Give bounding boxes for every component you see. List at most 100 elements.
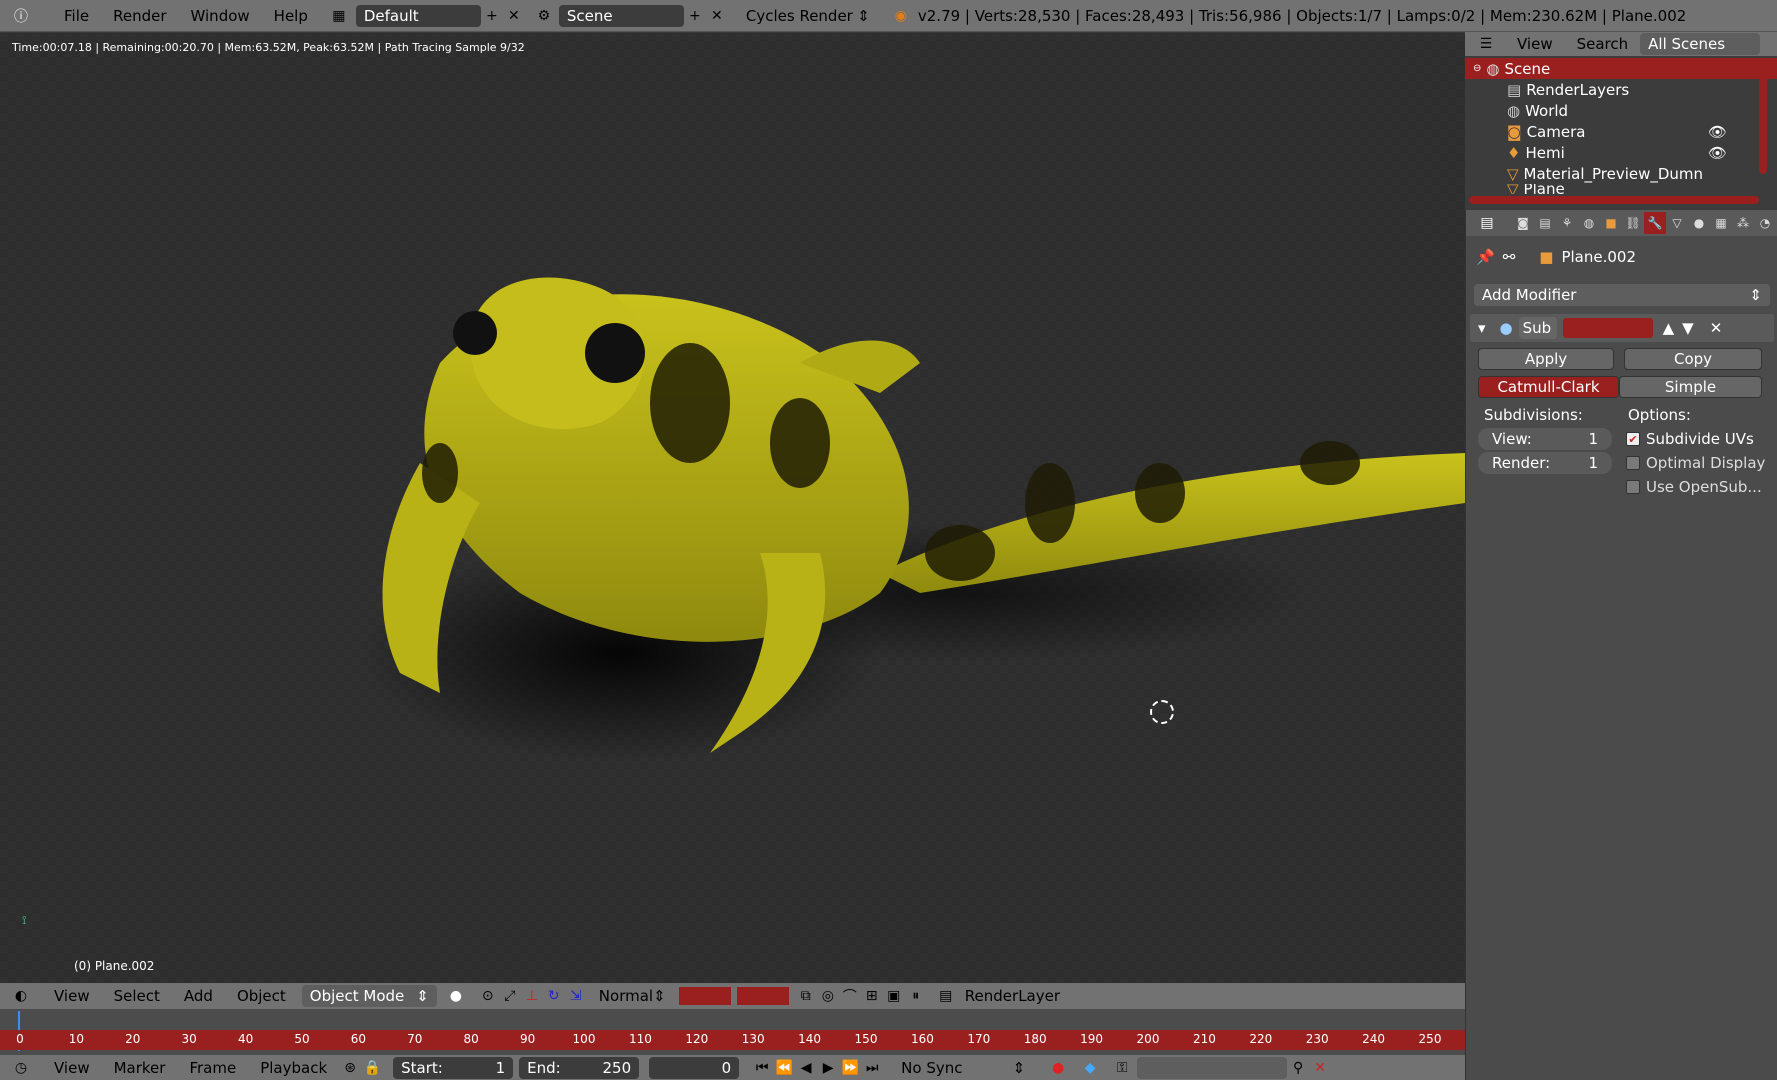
3d-cursor-icon[interactable]: [1150, 700, 1174, 724]
keyframe-icon[interactable]: ◆: [1079, 1057, 1101, 1079]
outliner-vscrollbar[interactable]: [1759, 58, 1767, 174]
visibility-eye-icon[interactable]: 👁: [1708, 123, 1727, 141]
add-modifier-select[interactable]: Add Modifier ⇕: [1474, 284, 1770, 306]
current-frame-field[interactable]: 0: [649, 1056, 740, 1079]
snap-icon[interactable]: ⌒: [839, 985, 861, 1007]
simple-button[interactable]: Simple: [1619, 376, 1762, 398]
outliner-row-world[interactable]: ◍ World: [1465, 100, 1777, 121]
outliner-row-scene[interactable]: ⊖ ◍ Scene: [1465, 58, 1777, 79]
object-tab-icon[interactable]: ■: [1600, 212, 1622, 234]
add-menu[interactable]: Add: [172, 987, 225, 1005]
expand-icon[interactable]: ⊖: [1473, 63, 1481, 74]
proportional-icon[interactable]: ◎: [817, 985, 839, 1007]
timeline-editor-icon[interactable]: ◷: [10, 1057, 32, 1079]
3d-viewport[interactable]: Time:00:07.18 | Remaining:00:20.70 | Mem…: [0, 33, 1465, 983]
outliner-view-menu[interactable]: View: [1505, 35, 1565, 53]
constraints-tab-icon[interactable]: ⛓: [1622, 212, 1644, 234]
scene-tab-icon[interactable]: ⚘: [1556, 212, 1578, 234]
use-opensubdiv-checkbox[interactable]: Use OpenSub...: [1626, 478, 1762, 496]
outliner-scrollbar[interactable]: [1469, 196, 1759, 204]
scene-icon[interactable]: ⚙: [533, 5, 555, 27]
outliner-search-menu[interactable]: Search: [1565, 35, 1641, 53]
outliner-row-material-preview[interactable]: ▽ Material_Preview_Dumn: [1465, 163, 1777, 184]
context-link-icon[interactable]: ⚯: [1503, 248, 1516, 266]
data-tab-icon[interactable]: ▽: [1666, 212, 1688, 234]
info-editor-icon[interactable]: ⓘ: [10, 5, 32, 27]
orientation-select[interactable]: Normal ⇕: [590, 985, 671, 1007]
collapse-icon[interactable]: ▾: [1478, 319, 1486, 337]
next-key-icon[interactable]: ⏩: [839, 1057, 861, 1079]
render-levels-field[interactable]: Render: 1: [1478, 452, 1612, 474]
frame-menu[interactable]: Frame: [177, 1059, 248, 1077]
object-menu[interactable]: Object: [225, 987, 298, 1005]
layer-buttons[interactable]: [678, 987, 731, 1005]
lock-icon[interactable]: 🔒: [361, 1057, 383, 1079]
visibility-eye-icon[interactable]: 👁: [1708, 144, 1727, 162]
delete-key-icon[interactable]: ✕: [1309, 1057, 1331, 1079]
modifier-name-field[interactable]: Sub: [1518, 317, 1557, 339]
add-screen-icon[interactable]: +: [481, 5, 503, 27]
menu-render[interactable]: Render: [101, 7, 178, 25]
keying-set-field[interactable]: [1137, 1056, 1288, 1079]
start-frame-field[interactable]: Start: 1: [393, 1056, 514, 1079]
apply-button[interactable]: Apply: [1478, 348, 1614, 370]
pivot-icon[interactable]: ⊙: [477, 985, 499, 1007]
playback-menu[interactable]: Playback: [248, 1059, 339, 1077]
scale-icon[interactable]: ⇲: [565, 985, 587, 1007]
move-up-icon[interactable]: ▲: [1663, 319, 1675, 337]
mode-select[interactable]: Object Mode ⇕: [301, 985, 437, 1007]
jump-start-icon[interactable]: ⏮: [751, 1057, 773, 1079]
physics-tab-icon[interactable]: ◔: [1754, 212, 1776, 234]
menu-window[interactable]: Window: [179, 7, 262, 25]
properties-editor-icon[interactable]: ▤: [1476, 212, 1498, 234]
outliner-row-camera[interactable]: ◙ Camera 👁: [1465, 121, 1777, 142]
timeline-ruler[interactable]: 0 10 20 30 40 50 60 70 80 90 100 110 120 130 140 150 160…: [0, 1030, 1465, 1050]
timeline-view-menu[interactable]: View: [42, 1059, 102, 1077]
lock-layers-icon[interactable]: ⧉: [795, 985, 817, 1007]
add-scene-icon[interactable]: +: [684, 5, 706, 27]
marker-menu[interactable]: Marker: [102, 1059, 178, 1077]
shading-icon[interactable]: ●: [445, 985, 467, 1007]
particles-tab-icon[interactable]: ⁂: [1732, 212, 1754, 234]
render-anim-icon[interactable]: ⏸: [905, 985, 927, 1007]
texture-tab-icon[interactable]: ▦: [1710, 212, 1732, 234]
record-icon[interactable]: ●: [1047, 1057, 1069, 1079]
remove-scene-icon[interactable]: ✕: [706, 5, 728, 27]
keying-icon[interactable]: ⊛: [339, 1057, 361, 1079]
view-menu[interactable]: View: [42, 987, 102, 1005]
remove-screen-icon[interactable]: ✕: [503, 5, 525, 27]
end-frame-field[interactable]: End: 250: [519, 1056, 640, 1079]
menu-file[interactable]: File: [52, 7, 101, 25]
render-tab-icon[interactable]: ◙: [1512, 212, 1534, 234]
sync-select[interactable]: No Sync ⇕: [893, 1056, 1034, 1079]
outliner-row-renderlayers[interactable]: ▤ RenderLayers: [1465, 79, 1777, 100]
screen-layout-icon[interactable]: ▦: [328, 5, 350, 27]
modifier-toggle-buttons[interactable]: [1562, 318, 1653, 338]
play-reverse-icon[interactable]: ◀: [795, 1057, 817, 1079]
layer-buttons-2[interactable]: [736, 987, 789, 1005]
render-layer-field[interactable]: RenderLayer: [956, 985, 1060, 1007]
copy-button[interactable]: Copy: [1624, 348, 1762, 370]
outliner-row-plane[interactable]: ▽ Plane: [1465, 184, 1777, 194]
menu-help[interactable]: Help: [262, 7, 320, 25]
translate-icon[interactable]: ⊥: [521, 985, 543, 1007]
prev-key-icon[interactable]: ⏪: [773, 1057, 795, 1079]
optimal-display-checkbox[interactable]: Optimal Display: [1626, 454, 1765, 472]
world-tab-icon[interactable]: ◍: [1578, 212, 1600, 234]
render-layer-icon[interactable]: ▤: [935, 985, 957, 1007]
modifiers-tab-icon[interactable]: 🔧: [1644, 212, 1666, 234]
scene-field[interactable]: Scene: [558, 4, 684, 27]
pin-icon[interactable]: 📌: [1476, 248, 1495, 266]
snap-element-icon[interactable]: ⊞: [861, 985, 883, 1007]
layers-tab-icon[interactable]: ▤: [1534, 212, 1556, 234]
select-menu[interactable]: Select: [102, 987, 172, 1005]
editor-type-icon[interactable]: ◐: [10, 985, 32, 1007]
play-icon[interactable]: ▶: [817, 1057, 839, 1079]
jump-end-icon[interactable]: ⏭: [861, 1057, 883, 1079]
close-icon[interactable]: ✕: [1710, 319, 1723, 337]
view-levels-field[interactable]: View: 1: [1478, 428, 1612, 450]
opengl-render-icon[interactable]: ▣: [883, 985, 905, 1007]
screen-layout-field[interactable]: Default: [355, 4, 481, 27]
insert-key-icon[interactable]: ⚲: [1287, 1057, 1309, 1079]
move-down-icon[interactable]: ▼: [1682, 319, 1694, 337]
